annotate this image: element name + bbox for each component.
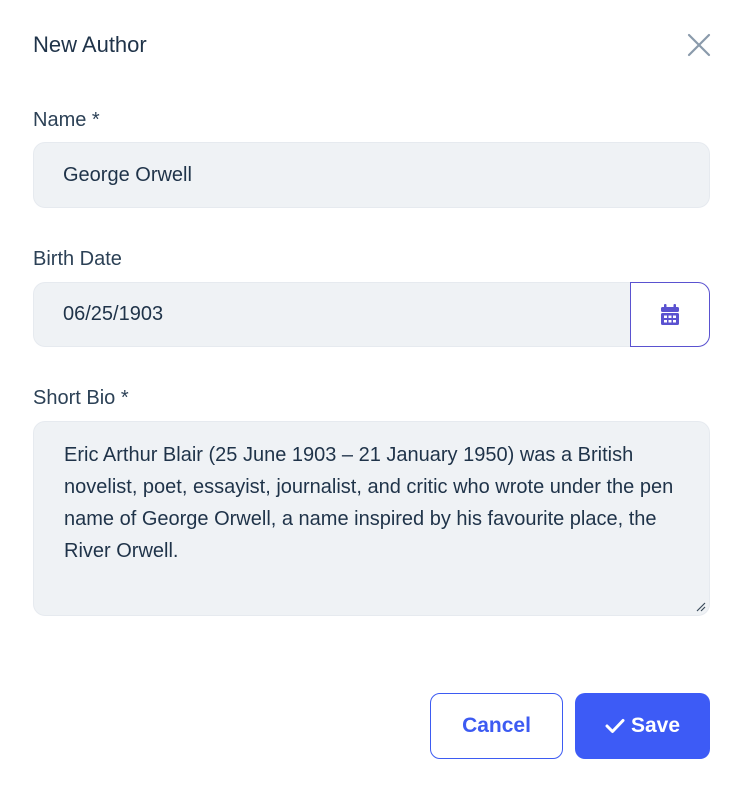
birth-date-field: 06/25/1903 [33, 282, 710, 347]
dialog-title: New Author [33, 32, 147, 57]
birth-date-input[interactable]: 06/25/1903 [33, 282, 631, 347]
resize-handle-icon[interactable] [694, 600, 706, 612]
save-button[interactable]: Save [575, 693, 710, 759]
short-bio-text: Eric Arthur Blair (25 June 1903 – 21 Jan… [64, 444, 674, 562]
short-bio-textarea[interactable]: Eric Arthur Blair (25 June 1903 – 21 Jan… [33, 421, 710, 616]
name-label: Name * [33, 109, 100, 131]
name-input[interactable]: George Orwell [33, 142, 710, 208]
new-author-dialog: New Author Name * George Orwell Birth Da… [0, 0, 736, 787]
save-button-label: Save [630, 714, 681, 737]
calendar-icon [661, 303, 679, 325]
calendar-button[interactable] [630, 282, 710, 347]
close-button[interactable] [684, 30, 714, 60]
short-bio-label: Short Bio * [33, 387, 129, 409]
cancel-button[interactable]: Cancel [430, 693, 563, 759]
check-icon [605, 719, 625, 733]
close-icon [687, 33, 711, 57]
birth-date-label: Birth Date [33, 248, 122, 270]
